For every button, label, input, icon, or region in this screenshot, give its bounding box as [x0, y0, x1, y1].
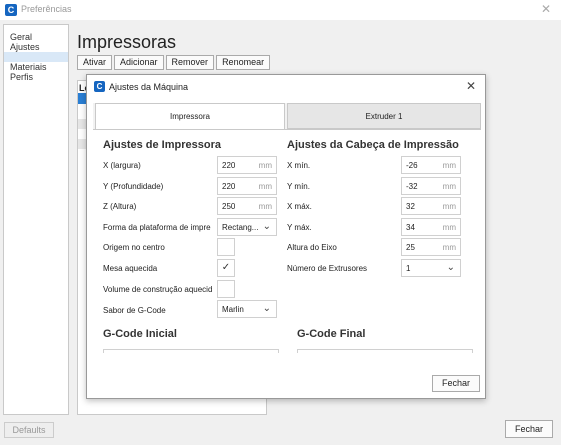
- origin-center-label: Origem no centro: [103, 243, 165, 252]
- y-depth-label: Y (Profundidade): [103, 182, 164, 191]
- x-width-unit: mm: [258, 161, 272, 170]
- sidebar-item-materiais[interactable]: Materiais: [4, 62, 68, 72]
- close-dialog-button[interactable]: Fechar: [432, 375, 480, 392]
- y-depth-unit: mm: [258, 182, 272, 191]
- heated-bed-label: Mesa aquecida: [103, 264, 158, 273]
- x-width-label: X (largura): [103, 161, 141, 170]
- sidebar-item-geral[interactable]: Geral: [4, 32, 68, 42]
- chevron-down-icon: ⌄: [262, 303, 271, 314]
- close-icon[interactable]: ✕: [541, 2, 551, 16]
- extruder-count-select[interactable]: 1 ⌄: [401, 259, 461, 277]
- gantry-height-value: 25: [406, 243, 415, 252]
- remove-button[interactable]: Remover: [165, 55, 215, 70]
- build-plate-shape-label: Forma da plataforma de impre: [103, 223, 211, 232]
- printhead-settings-title: Ajustes da Cabeça de Impressão: [287, 139, 459, 151]
- tab-extruder-1[interactable]: Extruder 1: [287, 103, 481, 129]
- checkmark-icon: ✓: [221, 262, 231, 273]
- chevron-down-icon: ⌄: [262, 221, 271, 232]
- add-button[interactable]: Adicionar: [114, 55, 164, 70]
- gcode-flavor-label: Sabor de G-Code: [103, 306, 166, 315]
- z-height-unit: mm: [258, 202, 272, 211]
- y-min-field[interactable]: -32 mm: [401, 177, 461, 195]
- chevron-down-icon: ⌄: [446, 262, 455, 273]
- x-min-field[interactable]: -26 mm: [401, 156, 461, 174]
- heated-build-volume-label: Volume de construção aquecid: [103, 285, 213, 294]
- x-max-label: X máx.: [287, 202, 312, 211]
- z-height-value: 250: [222, 202, 236, 211]
- x-max-value: 32: [406, 202, 415, 211]
- y-max-unit: mm: [442, 223, 456, 232]
- dialog-titlebar: C Ajustes da Máquina ✕: [87, 75, 485, 99]
- extruder-count-label: Número de Extrusores: [287, 264, 368, 273]
- x-width-value: 220: [222, 161, 236, 170]
- build-plate-shape-select[interactable]: Rectang... ⌄: [217, 218, 277, 236]
- gantry-height-unit: mm: [442, 243, 456, 252]
- close-preferences-button[interactable]: Fechar: [505, 420, 553, 438]
- heated-bed-checkbox[interactable]: ✓: [217, 259, 235, 277]
- dialog-body: Impressora Extruder 1 Ajustes de Impress…: [93, 103, 481, 369]
- heated-build-volume-checkbox[interactable]: [217, 280, 235, 298]
- x-max-field[interactable]: 32 mm: [401, 197, 461, 215]
- gcode-flavor-select[interactable]: Marlin ⌄: [217, 300, 277, 318]
- tab-content: Ajustes de Impressora X (largura) 220 mm…: [93, 129, 481, 369]
- tab-impressora[interactable]: Impressora: [95, 103, 285, 130]
- window-title: Preferências: [21, 4, 72, 14]
- sidebar-item-ajustes[interactable]: Ajustes: [4, 42, 68, 52]
- end-gcode-editor[interactable]: [297, 349, 473, 353]
- y-max-label: Y máx.: [287, 223, 312, 232]
- close-icon[interactable]: ✕: [466, 79, 476, 93]
- sidebar: Geral Ajustes Materiais Perfis: [3, 24, 69, 415]
- end-gcode-title: G-Code Final: [297, 328, 366, 340]
- x-min-value: -26: [406, 161, 418, 170]
- cura-icon: C: [5, 4, 17, 16]
- y-max-value: 34: [406, 223, 415, 232]
- start-gcode-title: G-Code Inicial: [103, 328, 177, 340]
- machine-settings-dialog: C Ajustes da Máquina ✕ Impressora Extrud…: [86, 74, 486, 399]
- y-max-field[interactable]: 34 mm: [401, 218, 461, 236]
- x-min-unit: mm: [442, 161, 456, 170]
- start-gcode-editor[interactable]: [103, 349, 279, 353]
- rename-button[interactable]: Renomear: [216, 55, 271, 70]
- dialog-title: Ajustes da Máquina: [109, 82, 189, 92]
- y-min-value: -32: [406, 182, 418, 191]
- x-min-label: X mín.: [287, 161, 311, 170]
- gantry-height-field[interactable]: 25 mm: [401, 238, 461, 256]
- page-title: Impressoras: [77, 32, 177, 52]
- origin-center-checkbox[interactable]: [217, 238, 235, 256]
- printer-settings-title: Ajustes de Impressora: [103, 139, 221, 151]
- activate-button[interactable]: Ativar: [77, 55, 113, 70]
- y-min-unit: mm: [442, 182, 456, 191]
- x-width-field[interactable]: 220 mm: [217, 156, 277, 174]
- z-height-field[interactable]: 250 mm: [217, 197, 277, 215]
- z-height-label: Z (Altura): [103, 202, 137, 211]
- build-plate-shape-value: Rectang...: [222, 223, 259, 232]
- defaults-button[interactable]: Defaults: [4, 422, 54, 438]
- window-titlebar: C Preferências ✕: [0, 0, 561, 20]
- y-depth-value: 220: [222, 182, 236, 191]
- y-depth-field[interactable]: 220 mm: [217, 177, 277, 195]
- x-max-unit: mm: [442, 202, 456, 211]
- gantry-height-label: Altura do Eixo: [287, 243, 337, 252]
- y-min-label: Y mín.: [287, 182, 310, 191]
- printer-toolbar: Ativar Adicionar Remover Renomear: [77, 55, 272, 70]
- extruder-count-value: 1: [406, 264, 411, 273]
- sidebar-item-impressoras[interactable]: [4, 52, 68, 62]
- cura-icon: C: [94, 81, 105, 92]
- gcode-flavor-value: Marlin: [222, 305, 244, 314]
- sidebar-item-perfis[interactable]: Perfis: [4, 72, 68, 82]
